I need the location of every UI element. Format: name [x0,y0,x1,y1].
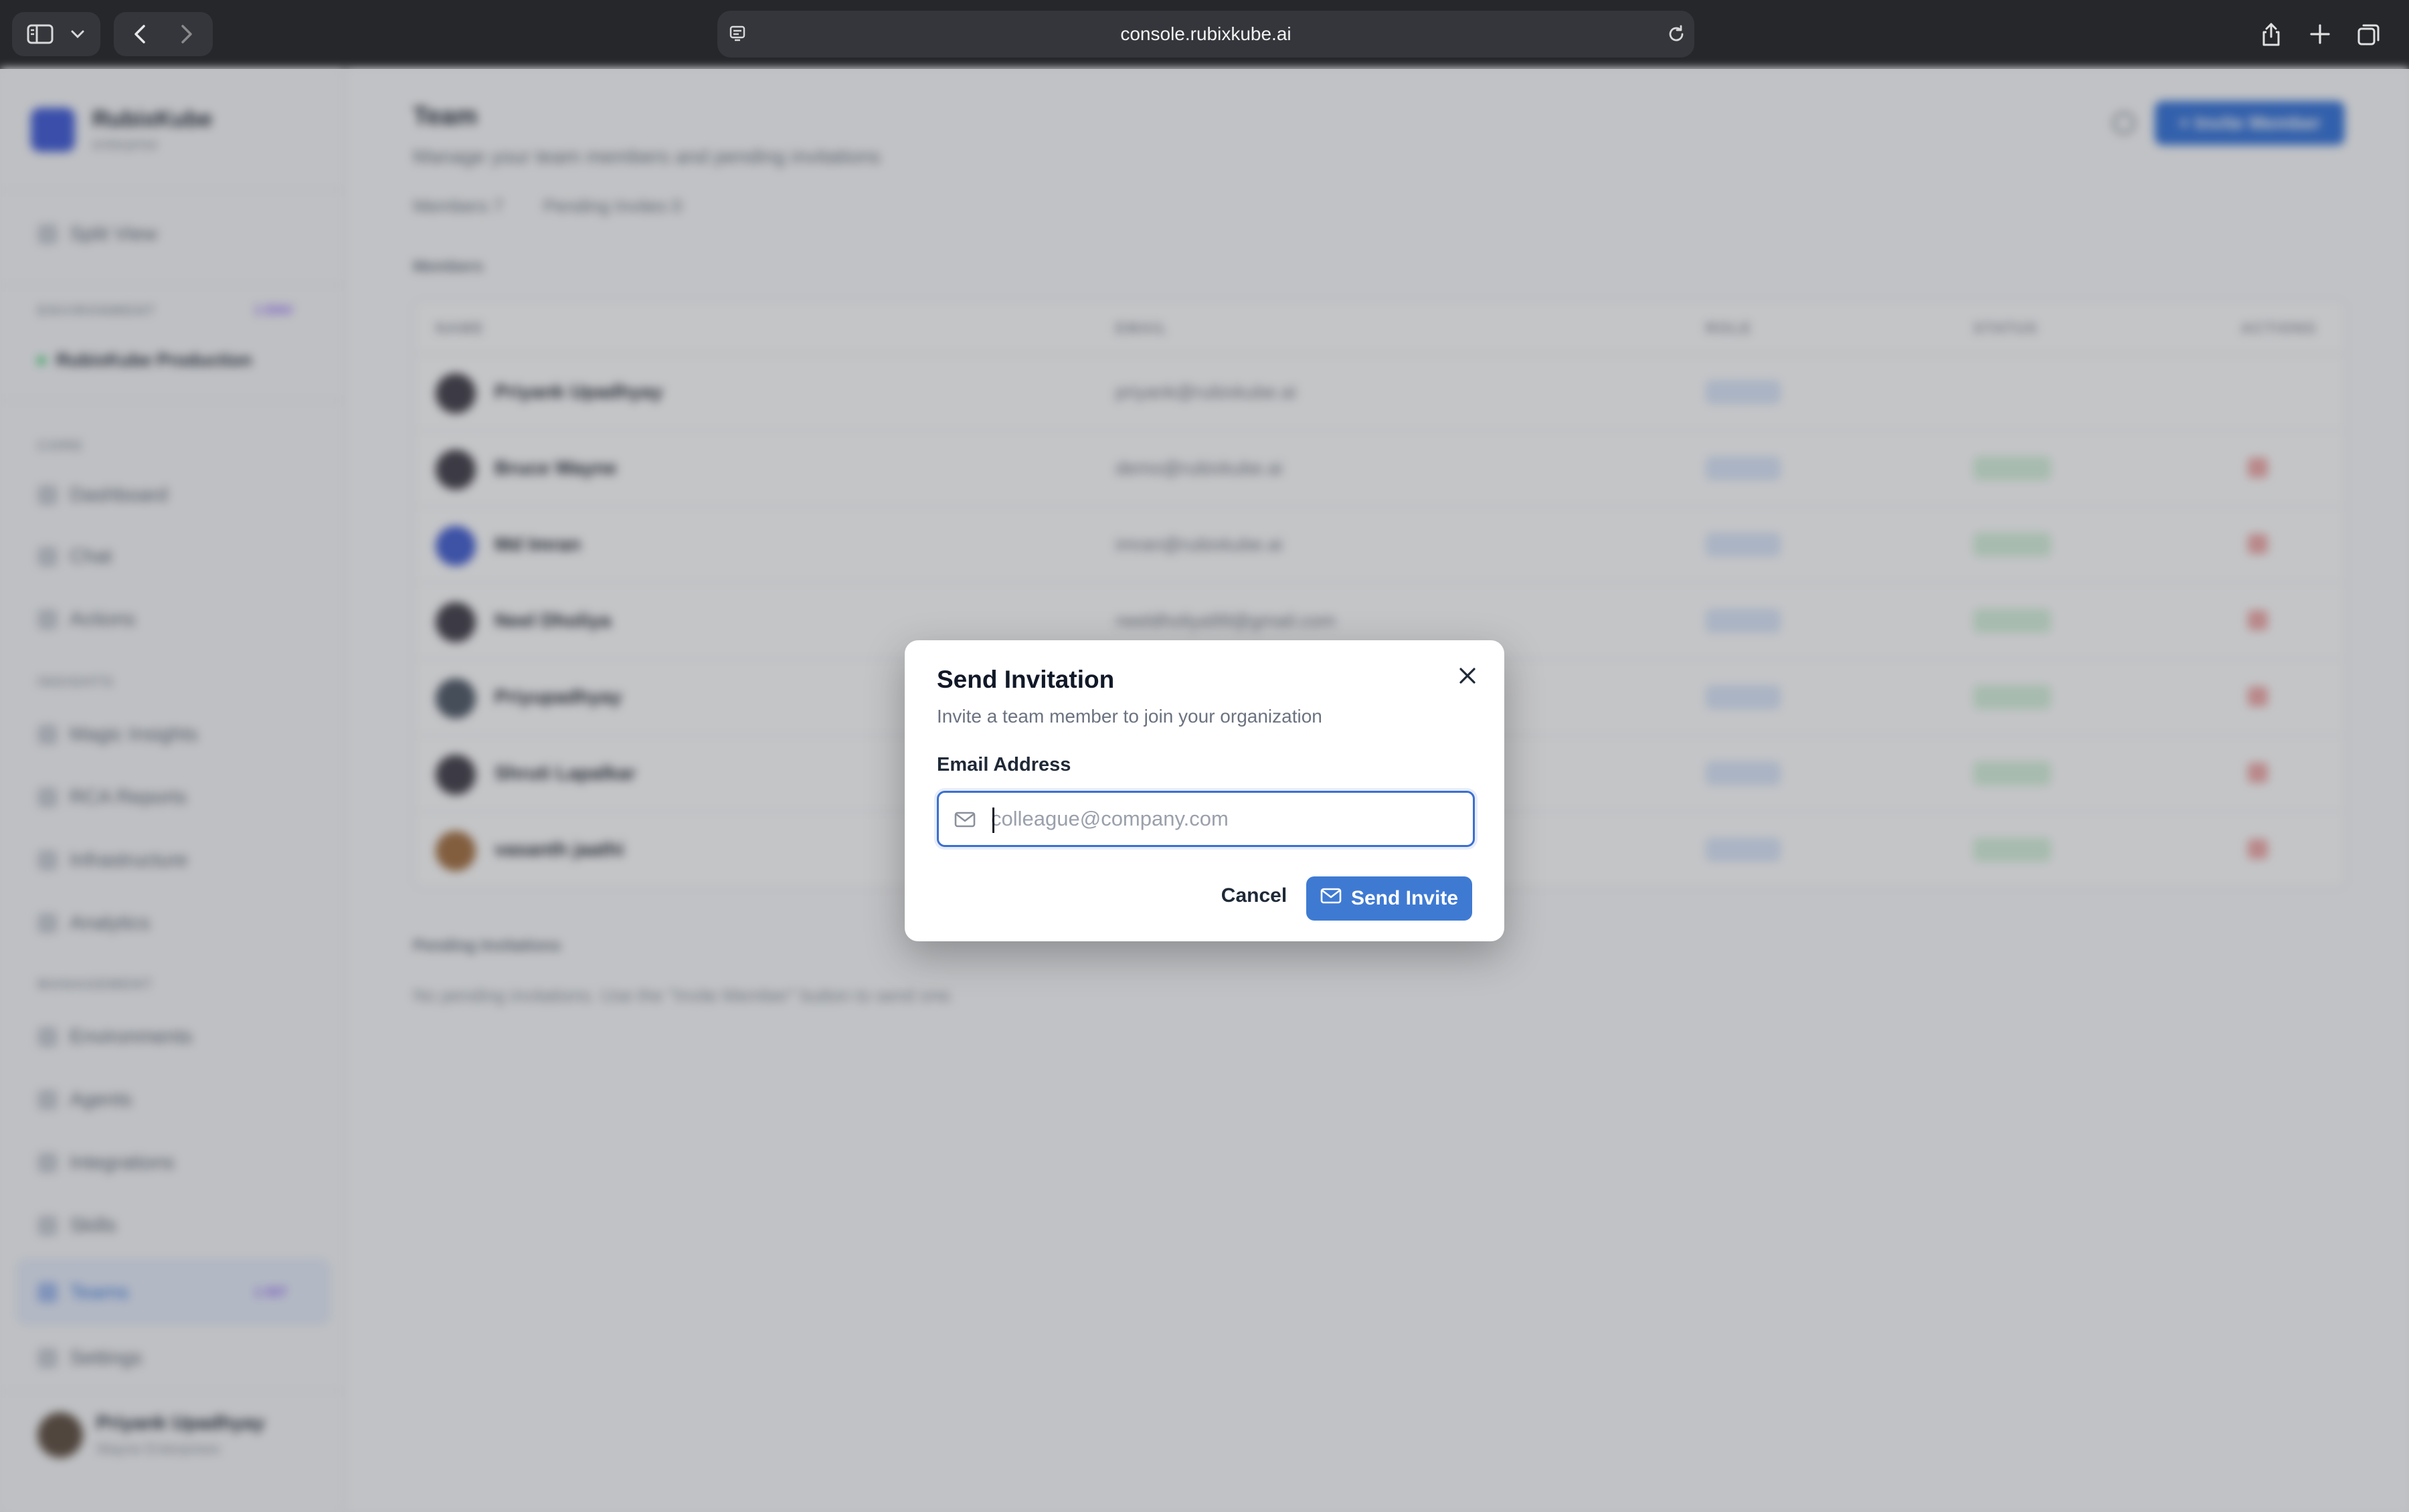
text-caret [992,808,994,833]
sidebar-toggle-icon[interactable] [27,23,54,45]
forward-arrow-icon[interactable] [174,22,198,46]
email-field[interactable] [937,791,1475,847]
mail-icon [1320,887,1342,910]
send-invite-button[interactable]: Send Invite [1306,876,1472,921]
email-field-label: Email Address [937,754,1071,775]
email-input[interactable] [991,799,1459,838]
dialog-title: Send Invitation [937,666,1115,693]
share-icon[interactable] [2260,21,2282,47]
tabs-overview-icon[interactable] [2357,23,2381,47]
reload-icon[interactable] [1666,24,1686,44]
back-arrow-icon[interactable] [128,22,153,46]
history-nav-group [114,12,213,56]
sidebar-toggle-group[interactable] [12,12,100,56]
send-invitation-dialog: Send Invitation Invite a team member to … [905,640,1504,941]
mail-icon [954,810,976,832]
send-invite-label: Send Invite [1350,887,1459,909]
url-text[interactable]: console.rubixkube.ai [717,11,1694,58]
new-tab-icon[interactable] [2309,23,2331,45]
cancel-button[interactable]: Cancel [1207,874,1301,917]
browser-toolbar: console.rubixkube.ai [0,0,2409,69]
close-button[interactable] [1451,660,1484,694]
chevron-down-icon[interactable] [70,28,86,40]
dialog-subtitle: Invite a team member to join your organi… [937,706,1322,727]
address-bar[interactable]: console.rubixkube.ai [717,11,1694,58]
close-icon[interactable] [1457,666,1478,689]
